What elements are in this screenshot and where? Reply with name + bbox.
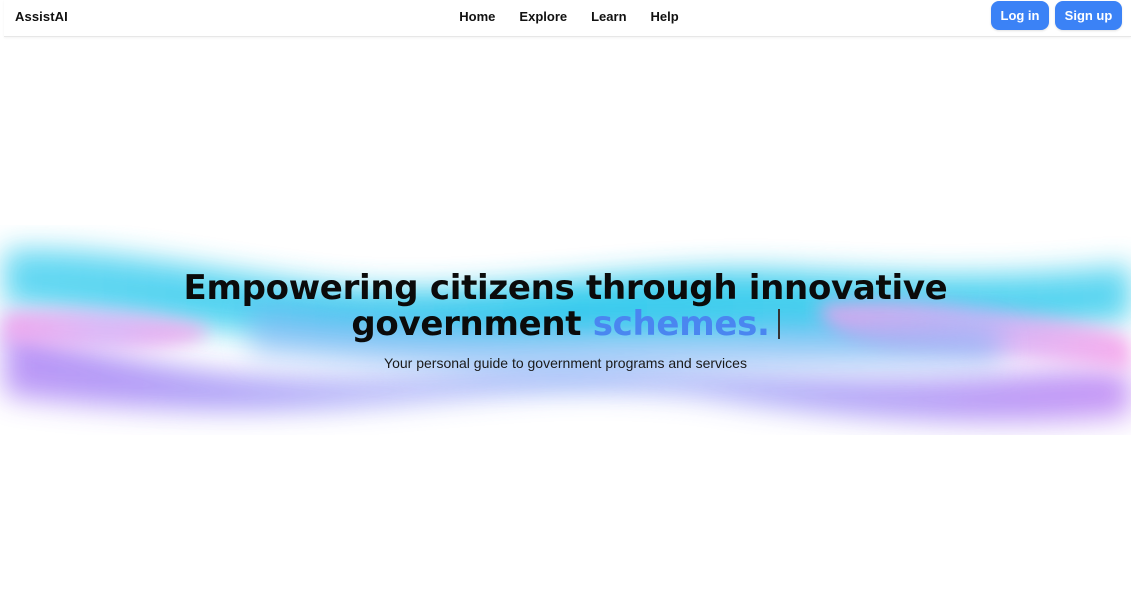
typing-cursor xyxy=(777,309,780,339)
signup-button[interactable]: Sign up xyxy=(1055,1,1122,30)
main-nav: Home Explore Learn Help xyxy=(4,9,1131,25)
hero-headline: Empowering citizens through innovative g… xyxy=(0,270,1131,342)
hero-subtitle: Your personal guide to government progra… xyxy=(384,355,747,371)
top-nav-bar: AssistAI Home Explore Learn Help Log in … xyxy=(4,0,1131,37)
nav-home-link[interactable]: Home xyxy=(459,9,495,25)
nav-learn-link[interactable]: Learn xyxy=(591,9,626,25)
headline-accent-word: schemes. xyxy=(592,304,770,344)
login-button[interactable]: Log in xyxy=(991,1,1049,30)
headline-line-2-plain: government xyxy=(351,304,593,344)
brand-logo[interactable]: AssistAI xyxy=(15,9,68,24)
hero-section: Empowering citizens through innovative g… xyxy=(0,270,1131,371)
nav-help-link[interactable]: Help xyxy=(651,9,679,25)
headline-line-1: Empowering citizens through innovative xyxy=(183,268,948,308)
page: AssistAI Home Explore Learn Help Log in … xyxy=(0,0,1131,595)
nav-explore-link[interactable]: Explore xyxy=(519,9,567,25)
